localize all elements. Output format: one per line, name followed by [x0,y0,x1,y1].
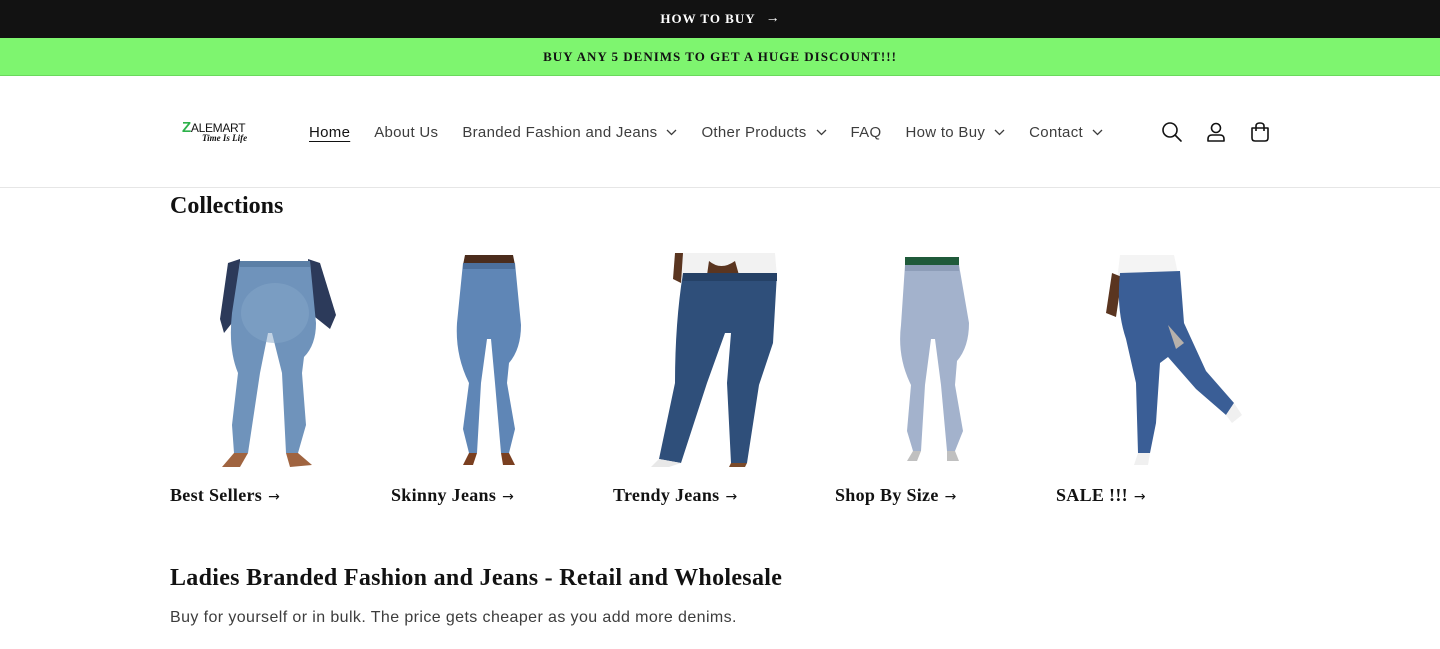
arrow-right-icon: → [944,489,957,505]
nav-item-contact[interactable]: Contact [1029,124,1103,141]
intro-heading: Ladies Branded Fashion and Jeans - Retai… [170,565,783,591]
header-icons [1158,118,1274,146]
promo-text: BUY ANY 5 DENIMS TO GET A HUGE DISCOUNT!… [543,48,897,64]
collection-card-shop-by-size[interactable]: Shop By Size → [835,253,1040,505]
trendy-jeans-image [613,253,818,468]
site-header: ZALEMART Time Is Life Home About Us Bran… [0,76,1440,188]
collection-label[interactable]: SALE !!! → [1056,485,1146,506]
nav-item-home[interactable]: Home [309,124,350,141]
arrow-right-icon: → [765,11,780,26]
collection-card-trendy-jeans[interactable]: Trendy Jeans → [613,253,818,505]
search-icon[interactable] [1158,118,1186,146]
main-nav: Home About Us Branded Fashion and Jeans … [309,76,1127,188]
collection-label[interactable]: Trendy Jeans → [613,485,737,506]
arrow-right-icon: → [1133,489,1146,505]
how-to-buy-link[interactable]: HOW TO BUY [660,11,755,27]
cart-icon[interactable] [1246,118,1274,146]
collection-label[interactable]: Shop By Size → [835,485,957,506]
shop-by-size-image [835,253,1040,468]
account-icon[interactable] [1202,118,1230,146]
arrow-right-icon: → [268,489,281,505]
collection-card-skinny-jeans[interactable]: Skinny Jeans → [391,253,596,505]
nav-item-how-to-buy[interactable]: How to Buy [905,124,1005,141]
chevron-down-icon [994,129,1005,135]
collections-grid: Best Sellers → Skinny Jeans → Trendy Jea… [170,253,1270,513]
announcement-bar[interactable]: HOW TO BUY → [0,0,1440,38]
nav-item-faq[interactable]: FAQ [851,124,882,141]
logo[interactable]: ZALEMART Time Is Life [182,117,256,145]
nav-item-branded-fashion[interactable]: Branded Fashion and Jeans [462,124,677,141]
intro-text: Buy for yourself or in bulk. The price g… [170,609,737,626]
chevron-down-icon [1092,129,1103,135]
chevron-down-icon [816,129,827,135]
collection-card-best-sellers[interactable]: Best Sellers → [170,253,375,505]
collection-label[interactable]: Best Sellers → [170,485,280,506]
arrow-right-icon: → [725,489,738,505]
sale-image [1056,253,1261,468]
promo-bar: BUY ANY 5 DENIMS TO GET A HUGE DISCOUNT!… [0,38,1440,76]
best-sellers-image [170,253,375,468]
logo-tagline: Time Is Life [202,133,248,143]
collection-label[interactable]: Skinny Jeans → [391,485,514,506]
nav-item-about-us[interactable]: About Us [374,124,438,141]
collection-card-sale[interactable]: SALE !!! → [1056,253,1261,505]
chevron-down-icon [667,129,677,135]
arrow-right-icon: → [502,489,515,505]
collections-title: Collections [170,193,284,219]
skinny-jeans-image [391,253,596,468]
nav-item-other-products[interactable]: Other Products [701,124,827,141]
